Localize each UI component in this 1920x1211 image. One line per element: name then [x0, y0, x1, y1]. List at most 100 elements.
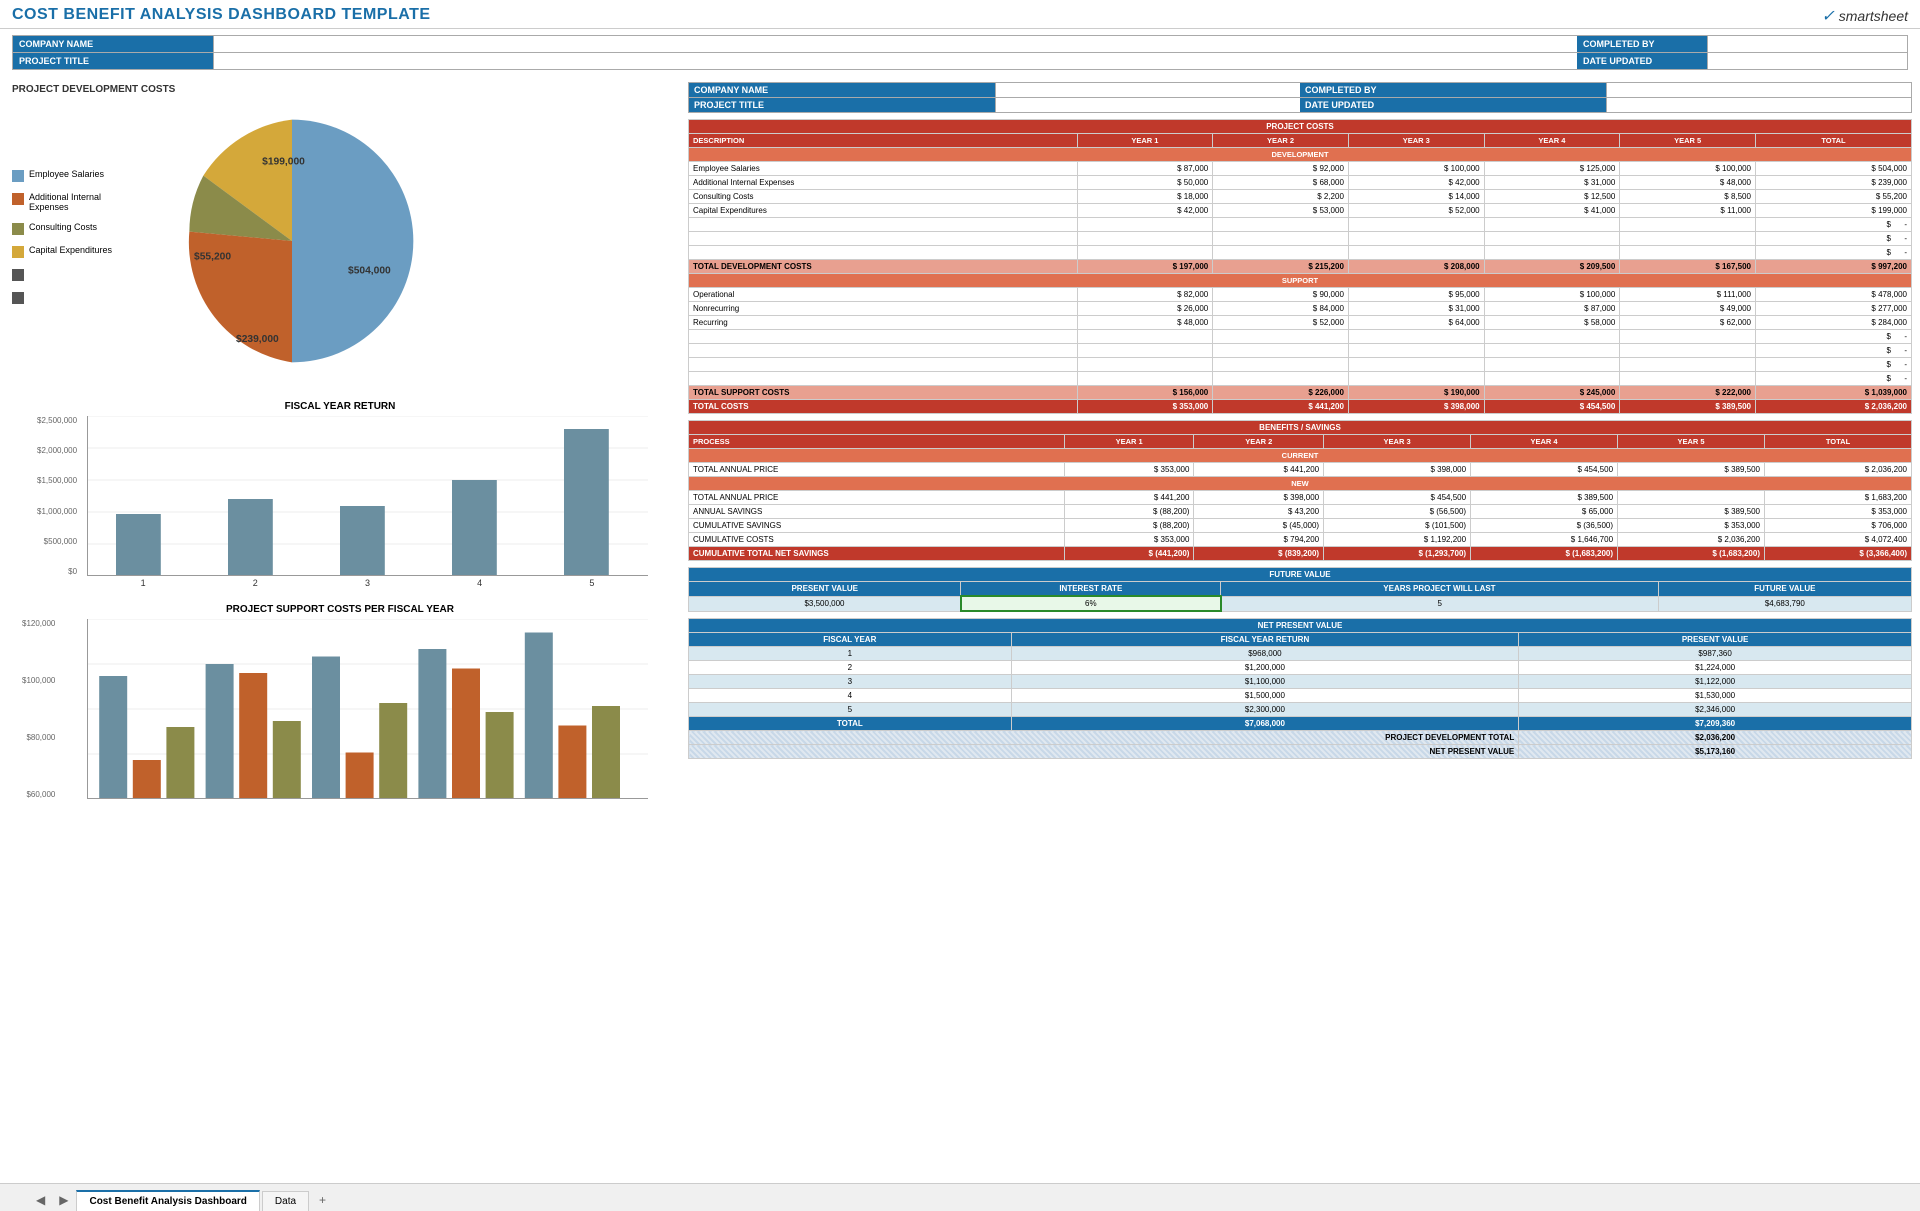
fv-future-value: $4,683,790: [1658, 596, 1911, 611]
rp-completed-value[interactable]: [1606, 83, 1912, 97]
bar-chart-1-section: FISCAL YEAR RETURN $2,500,000 $2,000,000…: [12, 401, 668, 588]
legend-item-6: [12, 291, 142, 304]
rp-date-label: DATE UPDATED: [1300, 97, 1606, 112]
page-title: COST BENEFIT ANALYSIS DASHBOARD TEMPLATE: [12, 6, 431, 24]
rp-company-label: COMPANY NAME: [689, 83, 995, 97]
bar2-op-2: [206, 664, 234, 799]
header-fields: COMPANY NAME COMPLETED BY PROJECT TITLE …: [12, 35, 1908, 70]
legend-item-5: [12, 268, 142, 281]
bar1-bar-4: [452, 480, 497, 576]
legend-label-1: Employee Salaries: [29, 169, 104, 179]
project-title-label: PROJECT TITLE: [13, 52, 213, 69]
bar2-rec-4: [486, 712, 514, 799]
annual-savings-row: ANNUAL SAVINGS $ (88,200)$ 43,200$ (56,5…: [689, 505, 1912, 519]
rp-completed-label: COMPLETED BY: [1300, 83, 1606, 97]
bar1-x-labels: 1 2 3 4 5: [87, 578, 648, 588]
legend-item-2: Additional Internal Expenses: [12, 192, 142, 212]
col-total: TOTAL: [1755, 134, 1911, 148]
npv-section-header: NET PRESENT VALUE: [689, 619, 1912, 633]
ben-section-header: BENEFITS / SAVINGS: [689, 421, 1912, 435]
bar2-op-4: [418, 649, 446, 799]
total-costs-row: TOTAL COSTS $ 353,000$ 441,200$ 398,000$…: [689, 400, 1912, 414]
legend-item-3: Consulting Costs: [12, 222, 142, 235]
bar2-non-2: [239, 673, 267, 799]
pie-label-1: $504,000: [348, 266, 391, 277]
tab-add-button[interactable]: +: [311, 1189, 334, 1211]
benefits-table: BENEFITS / SAVINGS PROCESS YEAR 1 YEAR 2…: [688, 420, 1912, 561]
rp-header-fields: COMPANY NAME COMPLETED BY PROJECT TITLE …: [688, 82, 1912, 113]
col-y1: YEAR 1: [1077, 134, 1213, 148]
legend-color-6: [12, 292, 24, 304]
company-name-value[interactable]: [213, 36, 1577, 52]
legend-color-5: [12, 269, 24, 281]
table-row-empty: $ -: [689, 232, 1912, 246]
bar2-non-4: [452, 669, 480, 800]
legend-color-4: [12, 246, 24, 258]
tab-data[interactable]: Data: [262, 1191, 309, 1211]
completed-by-label: COMPLETED BY: [1577, 36, 1707, 52]
table-row-empty: $ -: [689, 372, 1912, 386]
rp-company-value[interactable]: [995, 83, 1301, 97]
legend-color-3: [12, 223, 24, 235]
npv-row-5: 5$2,300,000$2,346,000: [689, 703, 1912, 717]
npv-row-4: 4$1,500,000$1,530,000: [689, 689, 1912, 703]
pdc-title: PROJECT DEVELOPMENT COSTS: [12, 84, 668, 95]
future-value-table: FUTURE VALUE PRESENT VALUE INTEREST RATE…: [688, 567, 1912, 612]
col-y4: YEAR 4: [1484, 134, 1620, 148]
new-total-row: TOTAL ANNUAL PRICE $ 441,200$ 398,000$ 4…: [689, 491, 1912, 505]
table-row-empty: $ -: [689, 344, 1912, 358]
tab-next-nav[interactable]: ▶: [53, 1189, 74, 1211]
bar2-y-labels: $120,000 $100,000 $80,000 $60,000: [22, 619, 55, 799]
bar2-svg: [87, 619, 648, 799]
table-row-empty: $ -: [689, 330, 1912, 344]
bar2-non-1: [133, 760, 161, 799]
bar2-rec-1: [166, 727, 194, 799]
npv-row-1: 1$968,000$987,360: [689, 647, 1912, 661]
date-updated-label: DATE UPDATED: [1577, 52, 1707, 69]
date-updated-value[interactable]: [1707, 52, 1907, 69]
table-row-empty: $ -: [689, 246, 1912, 260]
npv-total-row: TOTAL$7,068,000$7,209,360: [689, 717, 1912, 731]
rp-project-value[interactable]: [995, 97, 1301, 112]
table-row-empty: $ -: [689, 218, 1912, 232]
logo-text: smartsheet: [1839, 8, 1908, 24]
rp-project-label: PROJECT TITLE: [689, 97, 995, 112]
pie-label-4: $199,000: [262, 156, 305, 167]
bar2-op-3: [312, 657, 340, 800]
table-row: Recurring $ 48,000$ 52,000$ 64,000$ 58,0…: [689, 316, 1912, 330]
project-costs-table: PROJECT COSTS DESCRIPTION YEAR 1 YEAR 2 …: [688, 119, 1912, 414]
right-panel: COMPANY NAME COMPLETED BY PROJECT TITLE …: [680, 76, 1920, 1207]
tab-dashboard[interactable]: Cost Benefit Analysis Dashboard: [76, 1190, 259, 1211]
net-savings-row: CUMULATIVE TOTAL NET SAVINGS $ (441,200)…: [689, 547, 1912, 561]
fv-interest-rate[interactable]: 6%: [961, 596, 1221, 611]
bar1-bar-1: [116, 514, 161, 576]
main-content: PROJECT DEVELOPMENT COSTS Employee Salar…: [0, 76, 1920, 1207]
pc-section-header: PROJECT COSTS: [689, 120, 1912, 134]
pie-label-3: $55,200: [194, 252, 231, 263]
tab-prev-nav[interactable]: ◀: [30, 1189, 51, 1211]
bar1-bar-3: [340, 506, 385, 576]
bar2-non-5: [558, 726, 586, 800]
smartsheet-logo: ✓ smartsheet: [1821, 6, 1908, 26]
bar2-op-5: [525, 633, 553, 800]
completed-by-value[interactable]: [1707, 36, 1907, 52]
bar1-bar-5: [564, 429, 609, 576]
legend-item-4: Capital Expenditures: [12, 245, 142, 258]
npv-pdt-row: PROJECT DEVELOPMENT TOTAL $2,036,200: [689, 731, 1912, 745]
legend-label-2: Additional Internal Expenses: [29, 192, 142, 212]
legend-color-2: [12, 193, 24, 205]
table-row: Consulting Costs $ 18,000$ 2,200$ 14,000…: [689, 190, 1912, 204]
bar2-rec-2: [273, 721, 301, 799]
cumulative-costs-row: CUMULATIVE COSTS $ 353,000$ 794,200$ 1,1…: [689, 533, 1912, 547]
npv-npv-row: NET PRESENT VALUE $5,173,160: [689, 745, 1912, 759]
rp-date-value[interactable]: [1606, 97, 1912, 112]
support-header: SUPPORT: [689, 274, 1912, 288]
pie-section: Employee Salaries Additional Internal Ex…: [12, 101, 668, 381]
project-title-value[interactable]: [213, 52, 1577, 69]
bar2-rec-5: [592, 706, 620, 799]
development-header: DEVELOPMENT: [689, 148, 1912, 162]
company-name-label: COMPANY NAME: [13, 36, 213, 52]
table-row: Nonrecurring $ 26,000$ 84,000$ 31,000$ 8…: [689, 302, 1912, 316]
bar-chart-2-section: PROJECT SUPPORT COSTS PER FISCAL YEAR $1…: [12, 604, 668, 799]
bar2-rec-3: [379, 703, 407, 799]
